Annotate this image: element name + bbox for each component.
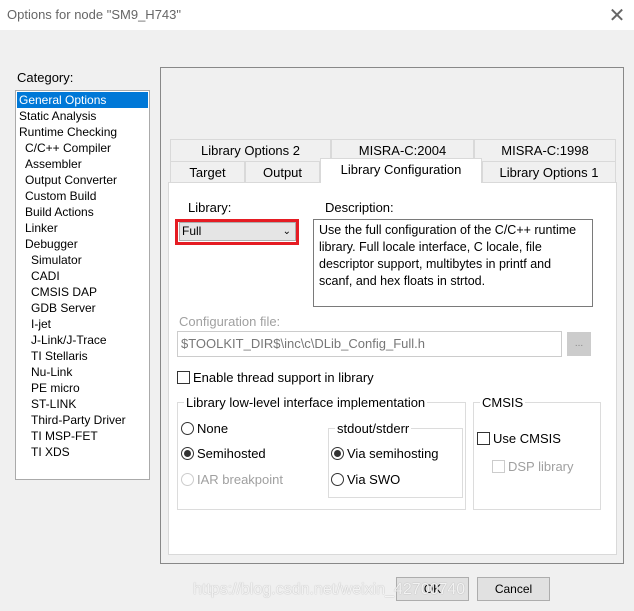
cancel-button[interactable]: Cancel — [477, 577, 550, 601]
thread-support-label: Enable thread support in library — [193, 370, 374, 385]
window-title: Options for node "SM9_H743" — [7, 7, 181, 22]
category-item[interactable]: GDB Server — [17, 300, 148, 316]
dsp-library-label: DSP library — [508, 459, 574, 474]
category-item[interactable]: Third-Party Driver — [17, 412, 148, 428]
category-item[interactable]: Debugger — [17, 236, 148, 252]
tab-library-configuration[interactable]: Library Configuration — [320, 158, 482, 183]
description-label: Description: — [325, 200, 394, 215]
radio-iar-breakpoint[interactable] — [181, 473, 194, 486]
radio-via-semihosting[interactable] — [331, 447, 344, 460]
description-text: Use the full configuration of the C/C++ … — [313, 219, 593, 307]
category-item[interactable]: Nu-Link — [17, 364, 148, 380]
category-item[interactable]: ST-LINK — [17, 396, 148, 412]
category-item[interactable]: CMSIS DAP — [17, 284, 148, 300]
category-item[interactable]: Runtime Checking — [17, 124, 148, 140]
chevron-down-icon: ⌄ — [282, 226, 291, 237]
category-item[interactable]: Simulator — [17, 252, 148, 268]
radio-via-swo-label: Via SWO — [347, 472, 401, 487]
thread-support-checkbox[interactable] — [177, 371, 190, 384]
radio-none-label: None — [197, 421, 229, 436]
category-item[interactable]: CADI — [17, 268, 148, 284]
tab-target[interactable]: Target — [170, 161, 245, 183]
watermark: https://blog.csdn.net/weixin_42700740 — [193, 581, 466, 598]
category-label: Category: — [17, 70, 74, 85]
config-file-input[interactable]: $TOOLKIT_DIR$\inc\c\DLib_Config_Full.h — [177, 331, 562, 357]
category-item[interactable]: Build Actions — [17, 204, 148, 220]
category-item[interactable]: I-jet — [17, 316, 148, 332]
close-icon[interactable]: ✕ — [606, 3, 628, 28]
tab-library-options-2[interactable]: Library Options 2 — [170, 139, 331, 161]
radio-via-semihosting-label: Via semihosting — [347, 446, 439, 461]
category-item[interactable]: J-Link/J-Trace — [17, 332, 148, 348]
config-file-label: Configuration file: — [179, 314, 281, 329]
category-item[interactable]: PE micro — [17, 380, 148, 396]
radio-none[interactable] — [181, 422, 194, 435]
cmsis-group — [473, 402, 601, 510]
category-item[interactable]: Output Converter — [17, 172, 148, 188]
tab-misra-c-1998[interactable]: MISRA-C:1998 — [474, 139, 616, 161]
browse-button[interactable]: ... — [567, 332, 591, 356]
low-level-legend: Library low-level interface implementati… — [184, 395, 428, 410]
category-item[interactable]: TI MSP-FET — [17, 428, 148, 444]
cmsis-legend: CMSIS — [480, 395, 526, 410]
library-label: Library: — [188, 200, 232, 215]
stdout-legend: stdout/stderr — [335, 421, 412, 436]
use-cmsis-label: Use CMSIS — [493, 431, 561, 446]
radio-iar-breakpoint-label: IAR breakpoint — [197, 472, 283, 487]
category-item[interactable]: Static Analysis — [17, 108, 148, 124]
library-select[interactable]: Full ⌄ — [179, 222, 296, 241]
dsp-library-checkbox[interactable] — [492, 460, 505, 473]
radio-via-swo[interactable] — [331, 473, 344, 486]
radio-semihosted[interactable] — [181, 447, 194, 460]
radio-semihosted-label: Semihosted — [197, 446, 266, 461]
category-item[interactable]: Linker — [17, 220, 148, 236]
library-value: Full — [182, 224, 202, 238]
tab-library-options-1[interactable]: Library Options 1 — [482, 161, 616, 183]
category-item[interactable]: TI Stellaris — [17, 348, 148, 364]
category-item[interactable]: TI XDS — [17, 444, 148, 460]
stdout-group — [328, 428, 463, 498]
category-item[interactable]: General Options — [17, 92, 148, 108]
category-item[interactable]: Assembler — [17, 156, 148, 172]
category-list[interactable]: General Options Static Analysis Runtime Ch… — [15, 90, 150, 480]
use-cmsis-checkbox[interactable] — [477, 432, 490, 445]
category-item[interactable]: C/C++ Compiler — [17, 140, 148, 156]
category-item[interactable]: Custom Build — [17, 188, 148, 204]
tab-output[interactable]: Output — [245, 161, 320, 183]
